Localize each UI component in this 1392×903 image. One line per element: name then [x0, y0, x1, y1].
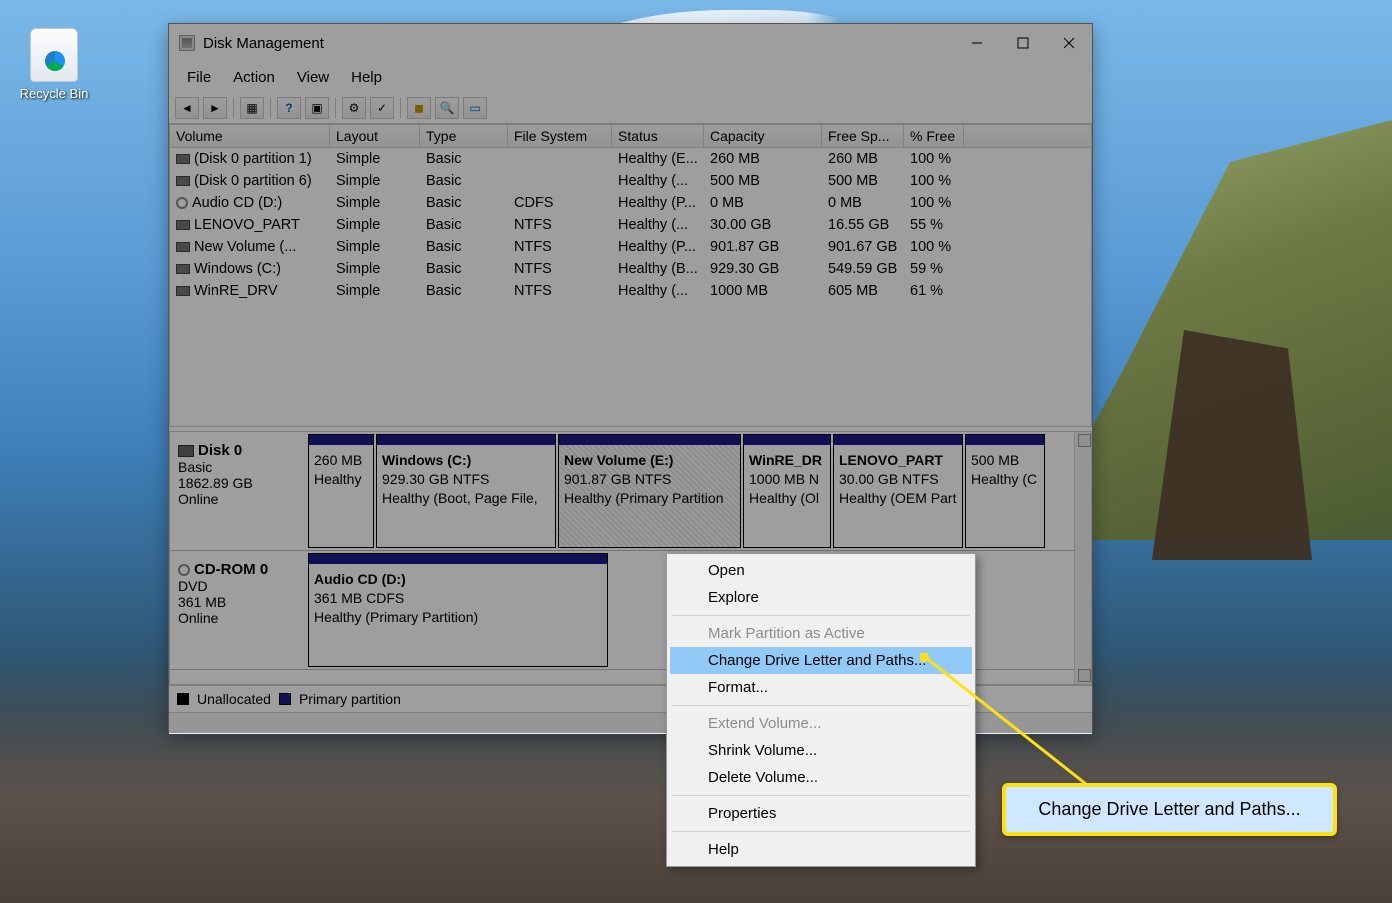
icon-button-1[interactable]: ◼	[407, 97, 431, 119]
legend-unallocated-swatch	[177, 693, 189, 705]
gfx-scrollbar[interactable]	[1074, 432, 1091, 684]
ctx-help[interactable]: Help	[670, 836, 972, 863]
table-row[interactable]: Audio CD (D:)SimpleBasicCDFSHealthy (P..…	[170, 192, 1091, 214]
drive-icon	[176, 264, 190, 274]
ctx-extend: Extend Volume...	[670, 710, 972, 737]
partition[interactable]: Windows (C:)929.30 GB NTFSHealthy (Boot,…	[376, 434, 556, 548]
partition[interactable]: 500 MBHealthy (C	[965, 434, 1045, 548]
recycle-bin[interactable]: Recycle Bin	[18, 28, 90, 101]
table-row[interactable]: Windows (C:)SimpleBasicNTFSHealthy (B...…	[170, 258, 1091, 280]
cd-icon	[178, 564, 190, 576]
titlebar[interactable]: Disk Management	[169, 24, 1092, 62]
disk-0-size: 1862.89 GB	[178, 475, 298, 491]
legend-unallocated: Unallocated	[197, 691, 271, 707]
app-icon	[179, 35, 195, 51]
ctx-format[interactable]: Format...	[670, 674, 972, 701]
cd-icon	[176, 197, 188, 209]
th-volume[interactable]: Volume	[170, 125, 330, 147]
recycle-bin-icon	[30, 28, 78, 82]
drive-icon	[176, 220, 190, 230]
drive-icon	[176, 242, 190, 252]
drive-icon	[176, 176, 190, 186]
refresh-button[interactable]: ▣	[305, 97, 329, 119]
disk-icon	[178, 445, 194, 457]
ctx-mark-active: Mark Partition as Active	[670, 620, 972, 647]
th-status[interactable]: Status	[612, 125, 704, 147]
partition[interactable]: WinRE_DR1000 MB NHealthy (Ol	[743, 434, 831, 548]
partition[interactable]: Audio CD (D:)361 MB CDFSHealthy (Primary…	[308, 553, 608, 667]
minimize-button[interactable]	[954, 24, 1000, 62]
back-button[interactable]: ◄	[175, 97, 199, 119]
settings-button[interactable]: ⚙	[342, 97, 366, 119]
ctx-delete[interactable]: Delete Volume...	[670, 764, 972, 791]
partition-context-menu: Open Explore Mark Partition as Active Ch…	[666, 553, 976, 867]
recycle-bin-label: Recycle Bin	[18, 86, 90, 101]
cdrom-0-size: 361 MB	[178, 594, 298, 610]
callout-change-drive-letter: Change Drive Letter and Paths...	[1002, 783, 1337, 836]
th-free[interactable]: Free Sp...	[822, 125, 904, 147]
cdrom-0-type: DVD	[178, 578, 298, 594]
partition[interactable]: LENOVO_PART30.00 GB NTFSHealthy (OEM Par…	[833, 434, 963, 548]
ctx-explore[interactable]: Explore	[670, 584, 972, 611]
icon-button-2[interactable]: 🔍	[435, 97, 459, 119]
table-row[interactable]: (Disk 0 partition 1)SimpleBasicHealthy (…	[170, 148, 1091, 170]
th-type[interactable]: Type	[420, 125, 508, 147]
forward-button[interactable]: ►	[203, 97, 227, 119]
icon-button-3[interactable]: ▭	[463, 97, 487, 119]
menu-action[interactable]: Action	[223, 66, 285, 89]
table-row[interactable]: New Volume (...SimpleBasicNTFSHealthy (P…	[170, 236, 1091, 258]
th-layout[interactable]: Layout	[330, 125, 420, 147]
menu-view[interactable]: View	[287, 66, 339, 89]
help-button[interactable]: ?	[277, 97, 301, 119]
cdrom-0-name: CD-ROM 0	[194, 561, 268, 578]
menu-help[interactable]: Help	[341, 66, 392, 89]
disk-0-block: Disk 0 Basic 1862.89 GB Online 260 MBHea…	[170, 432, 1091, 551]
drive-icon	[176, 154, 190, 164]
action-button[interactable]: ✓	[370, 97, 394, 119]
disk-0-name: Disk 0	[198, 442, 242, 459]
ctx-change-drive-letter[interactable]: Change Drive Letter and Paths...	[670, 647, 972, 674]
cdrom-0-status: Online	[178, 610, 298, 626]
table-row[interactable]: LENOVO_PARTSimpleBasicNTFSHealthy (...30…	[170, 214, 1091, 236]
table-header-row: Volume Layout Type File System Status Ca…	[170, 125, 1091, 148]
ctx-shrink[interactable]: Shrink Volume...	[670, 737, 972, 764]
legend-primary-swatch	[279, 693, 291, 705]
table-row[interactable]: (Disk 0 partition 6)SimpleBasicHealthy (…	[170, 170, 1091, 192]
maximize-button[interactable]	[1000, 24, 1046, 62]
callout-text: Change Drive Letter and Paths...	[1038, 799, 1300, 820]
toolbar: ◄ ► ▦ ? ▣ ⚙ ✓ ◼ 🔍 ▭	[169, 93, 1092, 124]
partition[interactable]: 260 MBHealthy	[308, 434, 374, 548]
disk-0-status: Online	[178, 491, 298, 507]
th-fs[interactable]: File System	[508, 125, 612, 147]
volume-table: Volume Layout Type File System Status Ca…	[169, 124, 1092, 427]
table-row[interactable]: WinRE_DRVSimpleBasicNTFSHealthy (...1000…	[170, 280, 1091, 302]
th-pct[interactable]: % Free	[904, 125, 964, 147]
drive-icon	[176, 286, 190, 296]
legend-primary: Primary partition	[299, 691, 401, 707]
partition[interactable]: New Volume (E:)901.87 GB NTFSHealthy (Pr…	[558, 434, 741, 548]
ctx-properties[interactable]: Properties	[670, 800, 972, 827]
show-hide-button[interactable]: ▦	[240, 97, 264, 119]
ctx-open[interactable]: Open	[670, 557, 972, 584]
menubar: File Action View Help	[169, 62, 1092, 93]
disk-0-type: Basic	[178, 459, 298, 475]
close-button[interactable]	[1046, 24, 1092, 62]
menu-file[interactable]: File	[177, 66, 221, 89]
th-capacity[interactable]: Capacity	[704, 125, 822, 147]
window-title: Disk Management	[203, 35, 324, 52]
